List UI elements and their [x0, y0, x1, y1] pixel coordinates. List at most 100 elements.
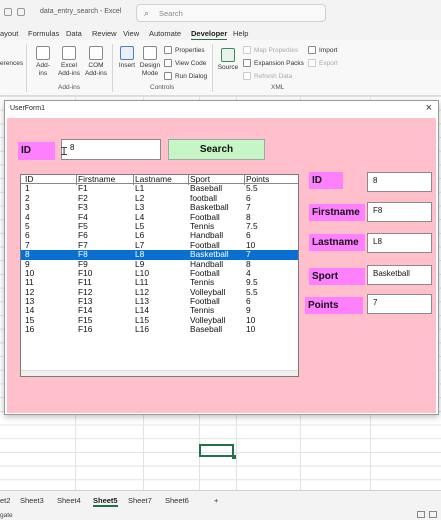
listbox-cell: 16: [25, 324, 35, 335]
normal-view-icon[interactable]: [417, 511, 425, 518]
expansion-packs-button[interactable]: Expansion Packs: [243, 59, 304, 67]
xml-source-button[interactable]: Source: [216, 48, 240, 72]
excel-addins-label: Excel Add-ins: [57, 62, 81, 77]
controls-group-label: Controls: [150, 84, 175, 91]
listbox-row[interactable]: 16 F16 L16 Baseball 10: [21, 324, 298, 335]
design-mode-label: Design Mode: [139, 62, 161, 77]
com-icon: [89, 46, 103, 60]
properties-button[interactable]: Properties: [164, 46, 205, 54]
page-layout-view-icon[interactable]: [429, 511, 437, 518]
horizontal-scrollbar[interactable]: [21, 370, 298, 376]
results-listbox[interactable]: ID Firstname Lastname Sport Points 1 F1 L1 Baseb…: [20, 174, 299, 377]
addins-group-label: Add-ins: [58, 84, 81, 91]
refresh-data-label: Refresh Data: [254, 72, 293, 80]
sheet-tab-sheet2[interactable]: et2: [0, 496, 10, 505]
properties-label: Properties: [175, 46, 205, 54]
tab-automate[interactable]: Automate: [149, 29, 181, 38]
listbox-row[interactable]: 15 F15 L15 Volleyball 10: [21, 315, 298, 325]
listbox-row[interactable]: 1 F1 L1 Baseball 5.5: [21, 183, 298, 193]
listbox-rows: ID Firstname Lastname Sport Points 1 F1 L1 Baseb…: [21, 175, 298, 335]
listbox-row[interactable]: 5 F5 L5 Tennis 7.5: [21, 221, 298, 231]
detail-id-label: ID: [309, 172, 343, 189]
tab-page-layout[interactable]: ayout: [0, 29, 18, 38]
detail-firstname-field[interactable]: F8: [367, 202, 432, 222]
sheet-tab-sheet3[interactable]: Sheet3: [20, 496, 44, 505]
detail-lastname-field[interactable]: L8: [367, 233, 432, 253]
expansion-packs-label: Expansion Packs: [254, 59, 304, 67]
excel-addins-button[interactable]: Excel Add-ins: [56, 46, 82, 78]
import-label: Import: [319, 46, 338, 54]
refresh-data-button[interactable]: Refresh Data: [243, 72, 292, 80]
toolbox-icon: [120, 46, 134, 60]
references-label[interactable]: erences: [0, 60, 23, 68]
tab-data[interactable]: Data: [66, 29, 82, 38]
search-button[interactable]: Search: [168, 139, 265, 160]
listbox-row[interactable]: 14 F14 L14 Tennis 9: [21, 306, 298, 316]
status-navigate-text: gate: [0, 512, 13, 519]
active-cell[interactable]: [199, 444, 236, 459]
xml-source-icon: [221, 48, 235, 62]
expansion-packs-icon: [243, 59, 251, 67]
tab-help[interactable]: Help: [233, 29, 248, 38]
view-code-button[interactable]: View Code: [164, 59, 206, 67]
refresh-icon: [243, 72, 251, 80]
add-sheet-button[interactable]: +: [214, 496, 218, 505]
listbox-row-selected[interactable]: 8 F8 L8 Basketball 7: [21, 249, 298, 260]
detail-points-field[interactable]: 7: [367, 294, 432, 314]
export-button[interactable]: Export: [308, 59, 338, 67]
search-box[interactable]: ⌕ Search: [136, 4, 326, 22]
code-icon: [164, 59, 172, 67]
listbox-row[interactable]: 9 F9 L9 Handball 8: [21, 259, 298, 269]
listbox-row[interactable]: 13 F13 L13 Football 6: [21, 296, 298, 306]
ribbon-separator: [26, 44, 27, 92]
map-properties-button[interactable]: Map Properties: [243, 46, 298, 54]
userform-body: ID 8 Ɪ Search ID Firstname Lastname Sport Po…: [7, 118, 436, 413]
text-cursor-icon: Ɪ: [61, 146, 68, 158]
userform-title: UserForm1: [10, 105, 46, 112]
listbox-row[interactable]: 2 F2 L2 football 6: [21, 193, 298, 203]
sheet-tab-sheet4[interactable]: Sheet4: [57, 496, 81, 505]
run-dialog-label: Run Dialog: [175, 72, 208, 80]
addins-label: Add- ins: [36, 62, 50, 77]
save-icon[interactable]: [4, 8, 12, 16]
tab-review[interactable]: Review: [92, 29, 117, 38]
close-icon[interactable]: ×: [426, 102, 432, 114]
tab-view[interactable]: View: [123, 29, 139, 38]
import-icon: [308, 46, 316, 54]
listbox-row[interactable]: 12 F12 L12 Volleyball 5.5: [21, 287, 298, 297]
sheet-tab-bar: et2 Sheet3 Sheet4 Sheet5 Sheet7 Sheet6 +…: [0, 490, 441, 520]
map-properties-icon: [243, 46, 251, 54]
sheet-tab-sheet6[interactable]: Sheet6: [165, 496, 189, 505]
ribbon: erences Add- ins Excel Add-ins COM Add-i…: [0, 40, 441, 96]
ribbon-separator: [112, 44, 113, 92]
com-addins-button[interactable]: COM Add-ins: [83, 46, 109, 78]
import-button[interactable]: Import: [308, 46, 337, 54]
addins-button[interactable]: Add- ins: [32, 46, 54, 78]
detail-sport-field[interactable]: Basketball: [367, 265, 432, 285]
ribbon-separator: [212, 44, 213, 92]
listbox-row[interactable]: 3 F3 L3 Basketball 7: [21, 202, 298, 212]
run-dialog-button[interactable]: Run Dialog: [164, 72, 207, 80]
export-label: Export: [319, 59, 338, 67]
listbox-cell: L16: [135, 324, 149, 335]
listbox-cell: F16: [78, 324, 93, 335]
listbox-cell: Baseball: [190, 324, 223, 335]
listbox-row[interactable]: 7 F7 L7 Football 10: [21, 240, 298, 250]
sheet-tab-sheet7[interactable]: Sheet7: [128, 496, 152, 505]
com-addins-label: COM Add-ins: [84, 62, 108, 77]
undo-icon[interactable]: [17, 8, 25, 16]
quick-access-icons: [4, 8, 25, 16]
insert-label: Insert: [118, 62, 136, 69]
id-search-label: ID: [18, 142, 55, 160]
insert-controls-button[interactable]: Insert: [116, 46, 138, 70]
id-search-input[interactable]: 8: [61, 139, 161, 160]
listbox-row[interactable]: 6 F6 L6 Handball 6: [21, 230, 298, 240]
map-properties-label: Map Properties: [254, 46, 299, 54]
detail-id-field[interactable]: 8: [367, 172, 432, 192]
listbox-cell: 10: [246, 324, 256, 335]
detail-firstname-label: Firstname: [309, 204, 365, 221]
design-mode-button[interactable]: Design Mode: [138, 46, 162, 78]
tab-formulas[interactable]: Formulas: [28, 29, 59, 38]
sheet-tab-sheet5[interactable]: Sheet5: [93, 496, 118, 507]
ribbon-tabs: ayout Formulas Data Review View Automate…: [0, 26, 441, 41]
